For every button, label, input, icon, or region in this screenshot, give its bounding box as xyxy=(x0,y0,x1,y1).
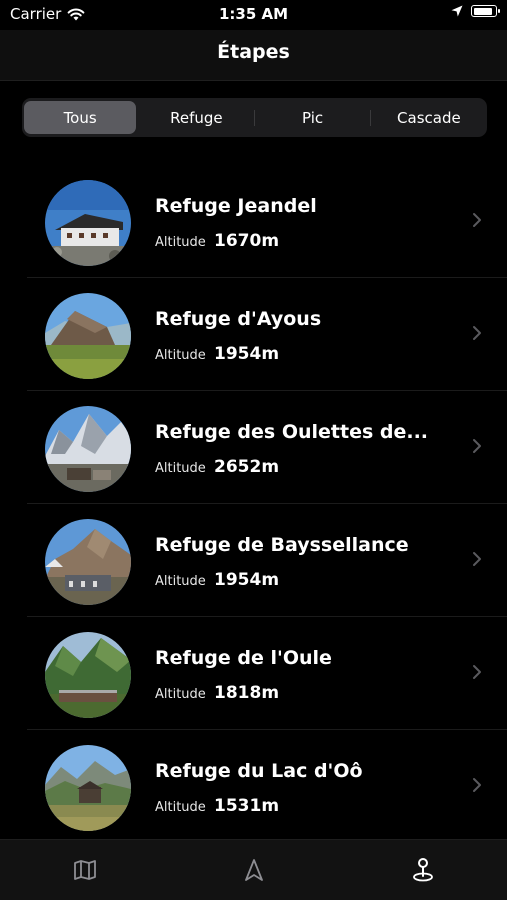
navigation-bar: Étapes xyxy=(0,30,507,81)
altitude-value: 1954m xyxy=(214,570,280,590)
chevron-right-icon xyxy=(473,213,481,227)
list-item[interactable]: Refuge de Bayssellance Altitude 1954m xyxy=(0,504,507,617)
chevron-right-icon xyxy=(473,326,481,340)
altitude-value: 1954m xyxy=(214,344,280,364)
status-time: 1:35 AM xyxy=(218,5,289,23)
refuge-name: Refuge de Bayssellance xyxy=(155,534,409,556)
altitude-value: 1670m xyxy=(214,231,280,251)
altitude-value: 2652m xyxy=(214,457,280,477)
altitude-label: Altitude xyxy=(155,235,206,250)
list-item[interactable]: Refuge de l'Oule Altitude 1818m xyxy=(0,617,507,730)
list-item[interactable]: Refuge du Lac d'Oô Altitude 1531m xyxy=(0,730,507,843)
location-arrow-icon xyxy=(451,5,463,17)
tab-bar xyxy=(0,839,507,900)
status-right xyxy=(451,5,500,17)
status-bar: Carrier 1:35 AM xyxy=(0,0,507,30)
chevron-right-icon xyxy=(473,439,481,453)
altitude-label: Altitude xyxy=(155,687,206,702)
tab-map[interactable] xyxy=(0,840,169,900)
segment-cascade[interactable]: Cascade xyxy=(369,101,485,134)
navigation-arrow-icon xyxy=(244,859,263,881)
altitude-value: 1531m xyxy=(214,796,280,816)
map-icon xyxy=(73,860,96,880)
battery-icon xyxy=(471,5,500,17)
refuge-photo xyxy=(45,745,131,831)
altitude-label: Altitude xyxy=(155,348,206,363)
refuge-name: Refuge des Oulettes de... xyxy=(155,421,429,443)
refuge-photo xyxy=(45,180,131,266)
tab-navigation[interactable] xyxy=(169,840,338,900)
altitude-label: Altitude xyxy=(155,800,206,815)
filter-segmented-control: Tous Refuge Pic Cascade xyxy=(22,98,487,137)
list-item[interactable]: Refuge d'Ayous Altitude 1954m xyxy=(0,278,507,391)
tab-location[interactable] xyxy=(338,840,507,900)
chevron-right-icon xyxy=(473,665,481,679)
chevron-right-icon xyxy=(473,552,481,566)
page-title: Étapes xyxy=(217,41,290,63)
refuge-photo xyxy=(45,406,131,492)
refuge-photo xyxy=(45,293,131,379)
list-item[interactable]: Refuge Jeandel Altitude 1670m xyxy=(0,165,507,278)
refuge-name: Refuge de l'Oule xyxy=(155,647,332,669)
refuge-name: Refuge du Lac d'Oô xyxy=(155,760,363,782)
segment-tous[interactable]: Tous xyxy=(24,101,137,134)
refuge-name: Refuge d'Ayous xyxy=(155,308,322,330)
segment-pic[interactable]: Pic xyxy=(253,101,369,134)
refuge-name: Refuge Jeandel xyxy=(155,195,317,217)
refuge-photo xyxy=(45,519,131,605)
location-pin-icon xyxy=(412,858,433,882)
refuge-photo xyxy=(45,632,131,718)
stages-list: Refuge Jeandel Altitude 1670m Refuge d'A… xyxy=(0,165,507,843)
altitude-label: Altitude xyxy=(155,574,206,589)
list-item[interactable]: Refuge des Oulettes de... Altitude 2652m xyxy=(0,391,507,504)
chevron-right-icon xyxy=(473,778,481,792)
segment-refuge[interactable]: Refuge xyxy=(140,101,252,134)
altitude-label: Altitude xyxy=(155,461,206,476)
altitude-value: 1818m xyxy=(214,683,280,703)
